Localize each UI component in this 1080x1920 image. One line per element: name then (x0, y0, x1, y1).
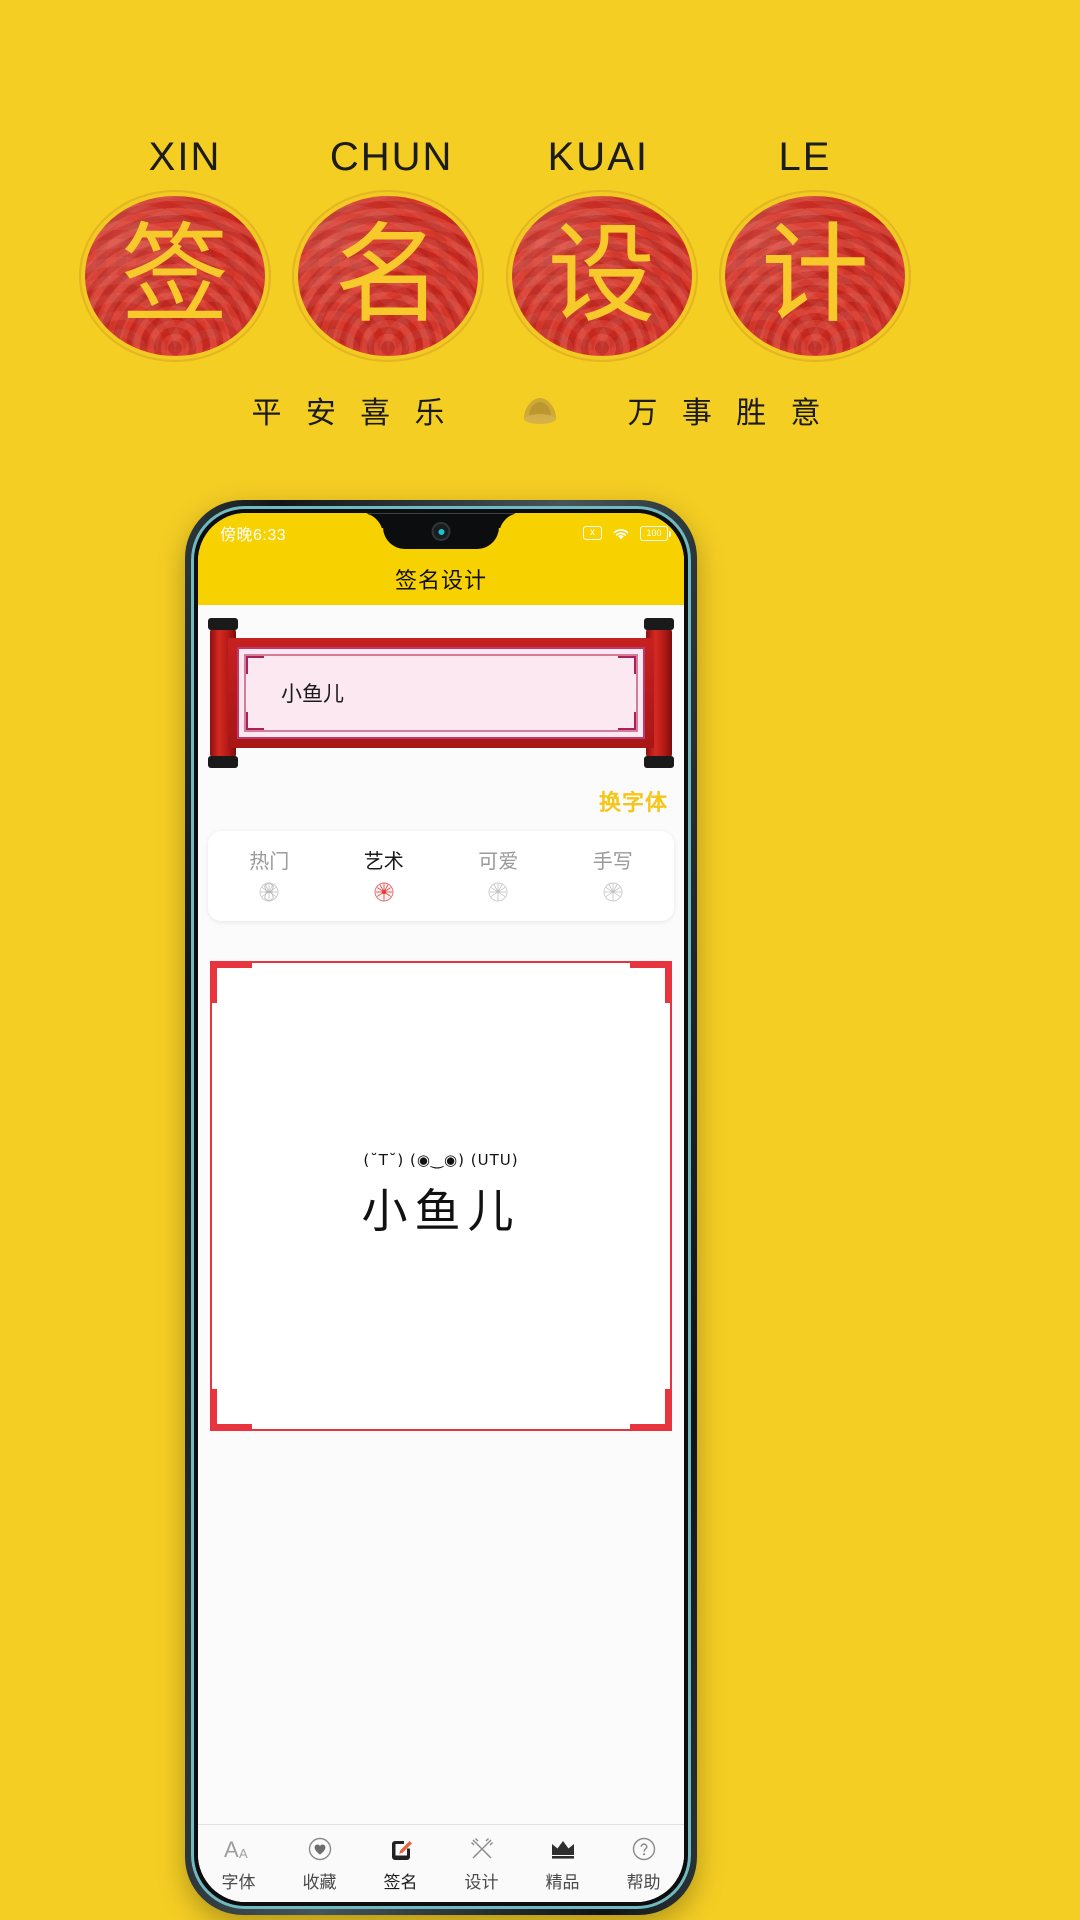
font-size-icon: A A (224, 1834, 254, 1864)
plum-blossom-icon (486, 880, 510, 904)
scroll-body (228, 638, 654, 748)
font-category-tabs: 热门 艺术 可爱 手写 (208, 831, 674, 921)
no-sim-icon: x (583, 526, 602, 540)
nav-item-premium-label: 精品 (545, 1873, 580, 1892)
front-camera-icon (431, 522, 451, 541)
pinyin-2: KUAI (547, 135, 649, 179)
camera-notch (383, 513, 499, 549)
nav-item-premium[interactable]: 精品 (522, 1834, 603, 1893)
pinyin-0: XIN (148, 135, 222, 179)
pinyin-1: CHUN (329, 135, 454, 179)
earpiece-speaker (366, 513, 516, 514)
signature-text: 小鱼儿 (361, 1184, 521, 1238)
tab-hot-label: 热门 (249, 851, 290, 873)
hero-banner: XIN CHUN KUAI LE 签 名 设 计 平 安 喜 乐 万 事 胜 意 (0, 0, 1080, 470)
svg-text:A: A (239, 1846, 248, 1861)
phone-screen: 傍晚6:33 x 100 签名设计 小鱼儿 换字体 热门 艺术 可爱 手写 (˘… (198, 513, 684, 1902)
wish-left: 平 安 喜 乐 (251, 397, 453, 430)
bottom-nav-bar: A A 字体 收藏 签名 设计 精品 帮助 (198, 1824, 684, 1902)
signature-area: (˘T˘) (◉‿◉) (UTU) 小鱼儿 (210, 1151, 672, 1241)
seal-row: 签 名 设 计 (85, 196, 905, 356)
wish-row: 平 安 喜 乐 万 事 胜 意 (0, 382, 1080, 438)
nav-item-help[interactable]: 帮助 (603, 1834, 684, 1893)
nav-item-signature[interactable]: 签名 (360, 1834, 441, 1893)
tab-art[interactable]: 艺术 (327, 845, 442, 909)
nav-item-favorites-label: 收藏 (302, 1873, 337, 1892)
nav-item-favorites[interactable]: 收藏 (279, 1834, 360, 1893)
change-font-button[interactable]: 换字体 (599, 785, 668, 817)
tab-cute-label: 可爱 (478, 851, 519, 873)
nav-item-font[interactable]: A A 字体 (198, 1834, 279, 1893)
status-icon-group: x 100 (583, 525, 671, 541)
question-circle-icon (631, 1834, 657, 1864)
seal-char-3: 计 (760, 213, 869, 338)
frame-corner-top-right (630, 961, 672, 1003)
tab-hot[interactable]: 热门 (212, 845, 327, 909)
phone-mockup: 傍晚6:33 x 100 签名设计 小鱼儿 换字体 热门 艺术 可爱 手写 (˘… (185, 500, 697, 1915)
frame-corner-bottom-right (630, 1389, 672, 1431)
gold-ingot-icon (517, 390, 563, 430)
svg-text:A: A (224, 1837, 239, 1862)
pinyin-3: LE (778, 135, 832, 179)
seal-stamp-0: 签 (85, 196, 265, 356)
tab-cute[interactable]: 可爱 (441, 845, 556, 909)
pinyin-row: XIN CHUN KUAI LE (95, 135, 895, 180)
wish-right: 万 事 胜 意 (627, 397, 829, 430)
tab-handwriting[interactable]: 手写 (556, 845, 671, 909)
crown-icon (549, 1834, 577, 1864)
seal-stamp-3: 计 (724, 196, 905, 356)
status-clock: 傍晚6:33 (220, 527, 287, 544)
nav-item-help-label: 帮助 (626, 1873, 661, 1892)
name-input[interactable] (239, 681, 643, 705)
seal-stamp-1: 名 (298, 196, 479, 356)
frame-corner-bottom-left (210, 1389, 252, 1431)
frame-corner-top-left (210, 961, 252, 1003)
seal-char-1: 名 (334, 213, 443, 338)
plum-blossom-icon (601, 880, 625, 904)
plum-blossom-icon (372, 880, 396, 904)
page-title: 签名设计 (394, 568, 487, 593)
nav-item-design[interactable]: 设计 (441, 1834, 522, 1893)
tab-handwriting-label: 手写 (592, 851, 633, 873)
app-title-bar: 签名设计 (198, 553, 684, 605)
name-scroll-banner (208, 618, 674, 768)
seal-char-2: 设 (547, 213, 656, 338)
seal-char-0: 签 (120, 213, 229, 338)
pen-ruler-icon (469, 1834, 495, 1864)
nav-item-font-label: 字体 (221, 1873, 256, 1892)
tab-art-label: 艺术 (363, 851, 404, 873)
change-font-row: 换字体 (198, 785, 668, 817)
scroll-paper (237, 647, 645, 739)
wifi-icon (611, 526, 631, 541)
kaomoji-text: (˘T˘) (◉‿◉) (UTU) (363, 1151, 519, 1169)
app-content: 换字体 热门 (198, 605, 684, 1902)
signature-preview-card[interactable]: (˘T˘) (◉‿◉) (UTU) 小鱼儿 (210, 961, 672, 1431)
battery-icon: 100 (640, 525, 671, 541)
nav-item-signature-label: 签名 (383, 1873, 418, 1892)
nav-item-design-label: 设计 (464, 1873, 499, 1892)
phone-bezel: 傍晚6:33 x 100 签名设计 小鱼儿 换字体 热门 艺术 可爱 手写 (˘… (191, 506, 691, 1909)
heart-circle-icon (307, 1834, 333, 1864)
plum-blossom-icon (257, 880, 281, 904)
edit-pencil-icon (388, 1834, 414, 1864)
seal-stamp-2: 设 (511, 196, 692, 356)
